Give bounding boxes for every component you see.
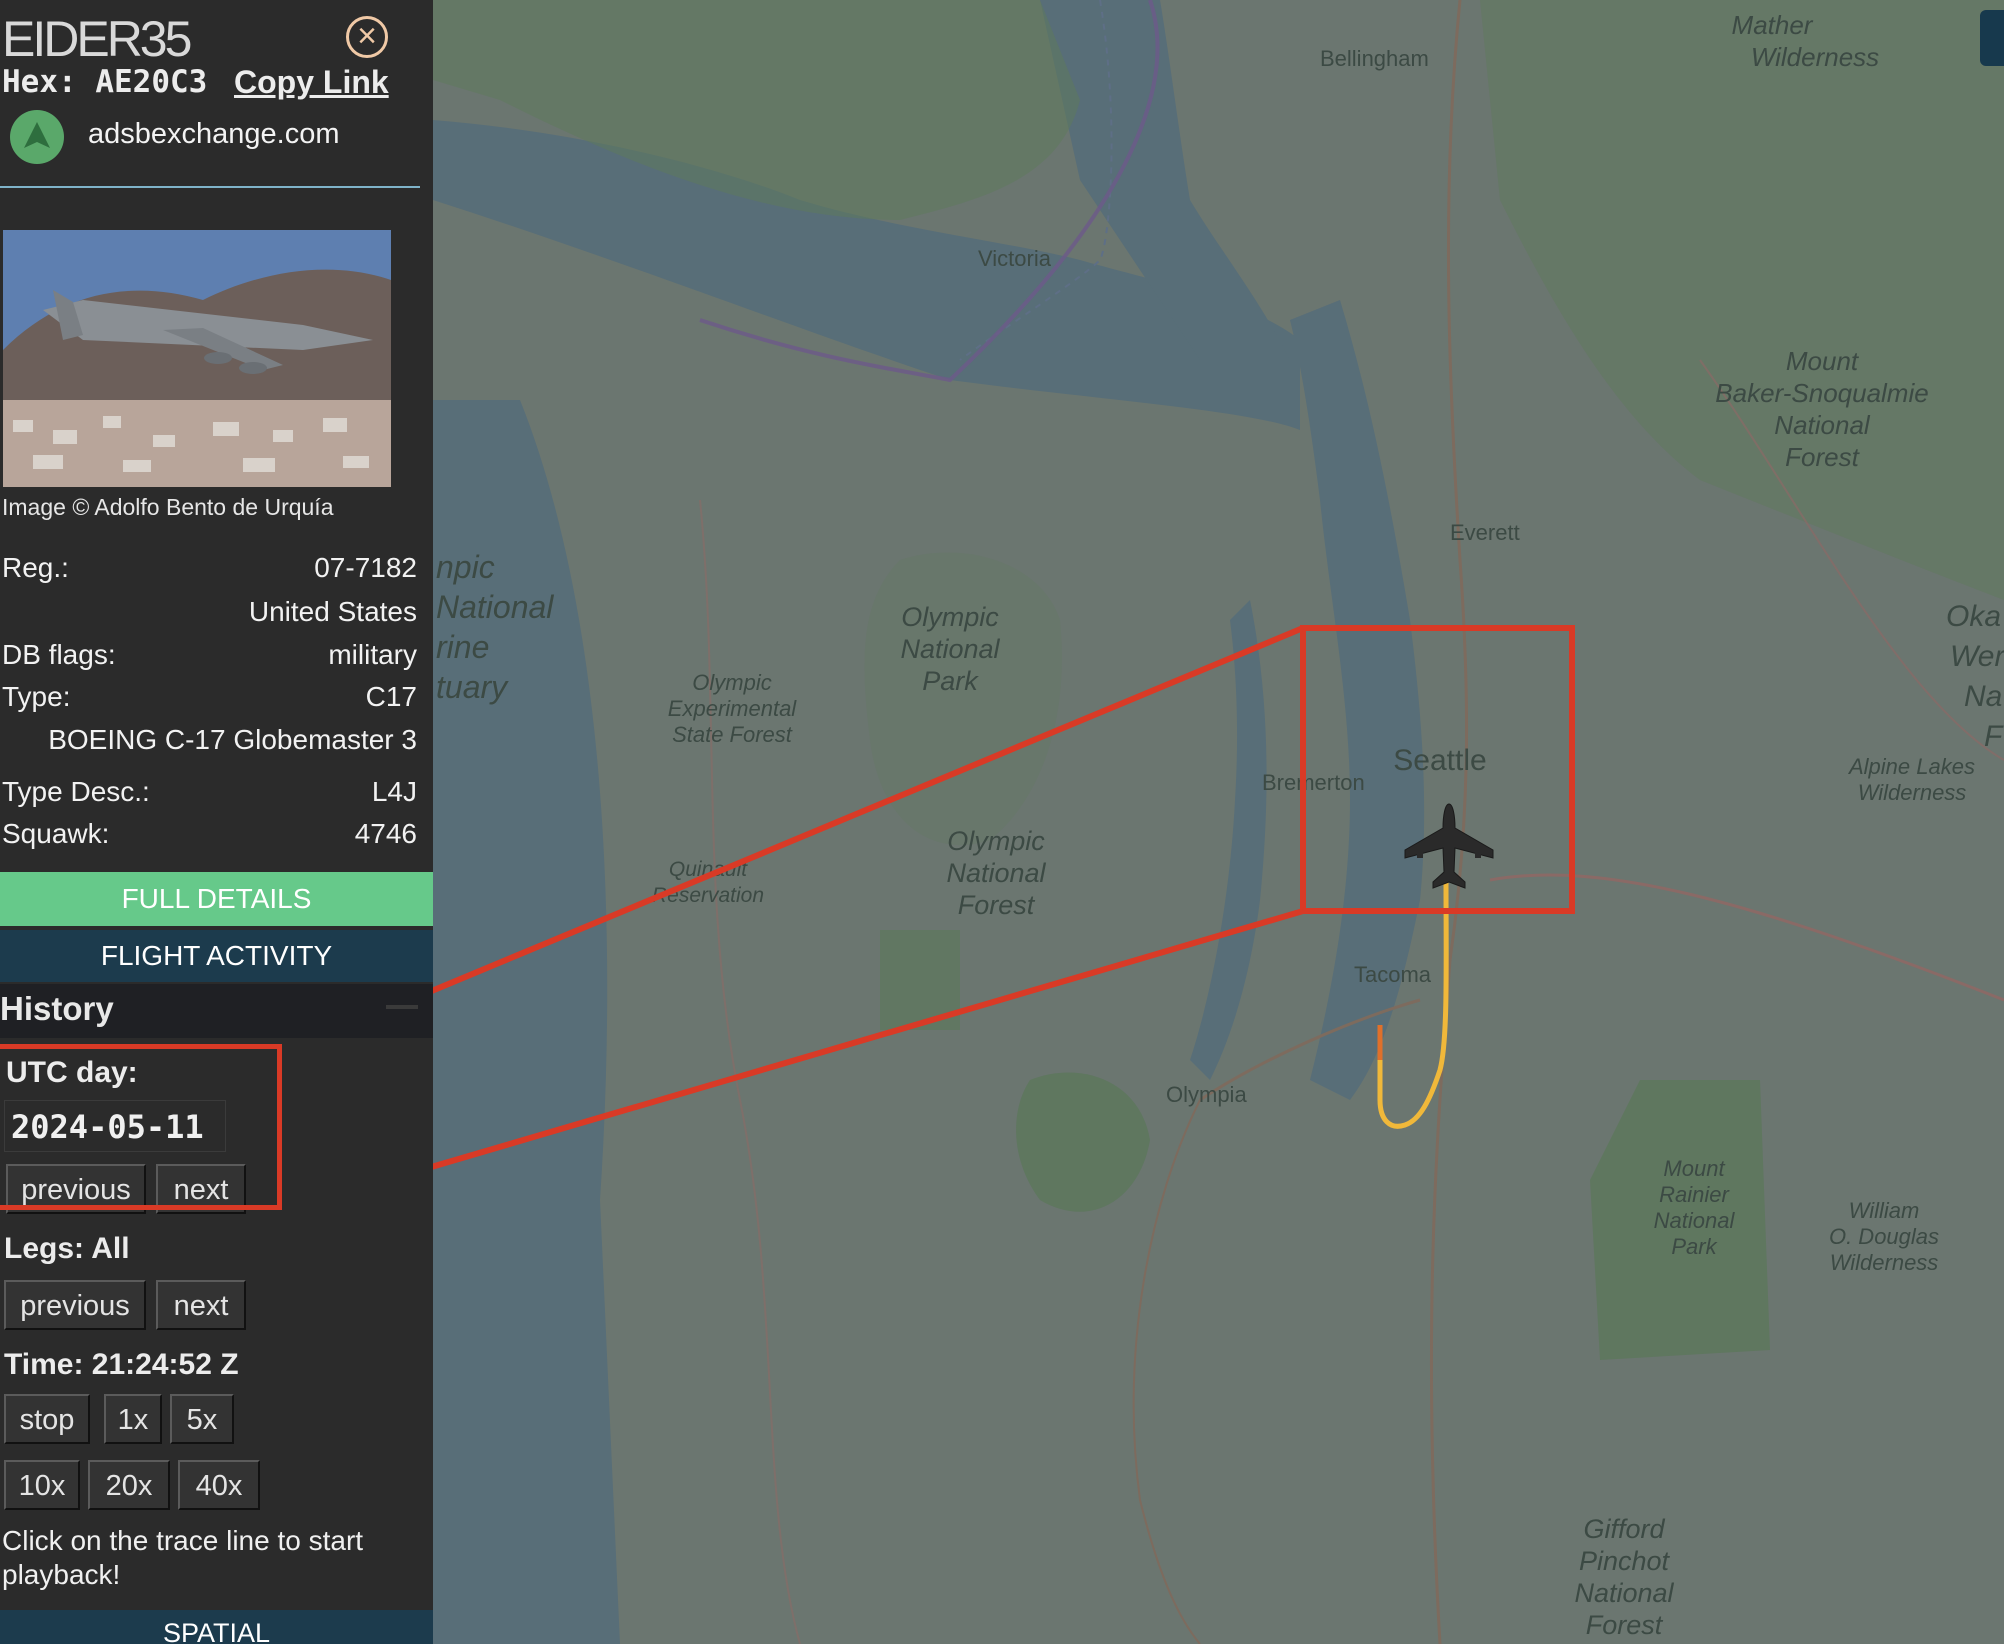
detail-value: BOEING C-17 Globemaster 3 bbox=[48, 724, 417, 755]
history-title: History bbox=[0, 990, 114, 1027]
callsign-title: EIDER35 bbox=[2, 11, 192, 67]
detail-key: DB flags: bbox=[2, 639, 116, 670]
map-label: William bbox=[1849, 1198, 1920, 1223]
map-label: Seattle bbox=[1393, 744, 1486, 777]
speed-40x-button[interactable]: 40x bbox=[178, 1460, 260, 1510]
map-label: National bbox=[1654, 1208, 1736, 1233]
map-label: National bbox=[436, 589, 554, 625]
map-label: National bbox=[1774, 410, 1871, 440]
hex-value: AE20C3 bbox=[95, 64, 208, 100]
map-label: Park bbox=[1671, 1234, 1717, 1259]
map-label: Victoria bbox=[978, 246, 1052, 271]
speed-20x-button[interactable]: 20x bbox=[88, 1460, 170, 1510]
map-label: Forest bbox=[1586, 1610, 1664, 1640]
detail-value: C17 bbox=[365, 681, 417, 712]
flight-activity-button[interactable]: FLIGHT ACTIVITY bbox=[0, 930, 433, 982]
map-label: Forest bbox=[958, 890, 1036, 920]
map-label: Bellingham bbox=[1320, 46, 1429, 71]
copy-link[interactable]: Copy Link bbox=[234, 64, 389, 101]
map-label: Olympic bbox=[901, 602, 999, 632]
map-label: Forest bbox=[1785, 442, 1860, 472]
map-label: Olympia bbox=[1166, 1082, 1247, 1107]
map-label: State Forest bbox=[672, 722, 793, 747]
map-label: Wilderness bbox=[1751, 42, 1879, 72]
playback-hint: Click on the trace line to start playbac… bbox=[2, 1525, 364, 1590]
detail-key: Type Desc.: bbox=[2, 776, 150, 807]
map-label: Wilderness bbox=[1830, 1250, 1939, 1275]
hex-line: Hex: AE20C3 bbox=[2, 64, 207, 100]
map-label: Rainier bbox=[1659, 1182, 1730, 1207]
map-label: Na bbox=[1964, 680, 2002, 713]
speed-stop-button[interactable]: stop bbox=[4, 1394, 90, 1444]
map-label: Olympic bbox=[947, 826, 1045, 856]
highlight-box bbox=[0, 1044, 282, 1210]
detail-value: L4J bbox=[371, 776, 417, 807]
close-icon[interactable]: × bbox=[346, 16, 388, 58]
divider bbox=[0, 186, 420, 188]
speed-10x-button[interactable]: 10x bbox=[4, 1460, 80, 1510]
map-label: Wilderness bbox=[1858, 780, 1967, 805]
collapse-icon[interactable] bbox=[386, 1005, 418, 1009]
map-label: Reservation bbox=[652, 884, 764, 907]
spatial-button[interactable]: SPATIAL bbox=[0, 1610, 433, 1644]
aircraft-info-panel: EIDER35 × Hex: AE20C3 Copy Link adsbexch… bbox=[0, 0, 433, 1644]
leg-previous-button[interactable]: previous bbox=[4, 1280, 146, 1330]
full-details-button[interactable]: FULL DETAILS bbox=[0, 872, 433, 926]
leg-next-button[interactable]: next bbox=[156, 1280, 246, 1330]
map-label: Bremerton bbox=[1262, 770, 1365, 795]
map-label: Tacoma bbox=[1354, 962, 1432, 987]
map-label: Experimental bbox=[668, 696, 798, 721]
adsb-logo-icon bbox=[10, 110, 64, 164]
map-label: Wer bbox=[1950, 640, 2004, 673]
map-label: Alpine Lakes bbox=[1847, 754, 1975, 779]
speed-5x-button[interactable]: 5x bbox=[170, 1394, 234, 1444]
detail-value: 4746 bbox=[354, 818, 417, 849]
map-label: Gifford bbox=[1583, 1514, 1665, 1544]
map-label: Olympic bbox=[692, 670, 771, 695]
source-link[interactable]: adsbexchange.com bbox=[88, 118, 340, 151]
map-label: Baker-Snoqualmie bbox=[1715, 378, 1928, 408]
map-label: Mount bbox=[1663, 1156, 1725, 1181]
detail-key: Type: bbox=[2, 681, 71, 712]
map-label: rine bbox=[436, 629, 489, 665]
detail-value: military bbox=[328, 639, 417, 670]
legs-label: Legs: All bbox=[4, 1232, 130, 1265]
map-control-button[interactable] bbox=[1980, 10, 2004, 66]
detail-key: Reg.: bbox=[2, 552, 69, 583]
detail-key: Squawk: bbox=[2, 818, 110, 849]
map-label: tuary bbox=[436, 669, 509, 705]
detail-value: 07-7182 bbox=[314, 552, 417, 583]
map-label: National bbox=[1574, 1578, 1674, 1608]
map-label: Mount bbox=[1786, 346, 1860, 376]
map-label: Oka bbox=[1946, 600, 2001, 633]
map-label: npic bbox=[436, 549, 495, 585]
map-label: Pinchot bbox=[1579, 1546, 1671, 1576]
speed-1x-button[interactable]: 1x bbox=[104, 1394, 162, 1444]
map-label: National bbox=[900, 634, 1000, 664]
aircraft-photo[interactable] bbox=[3, 230, 391, 487]
photo-credit: Image © Adolfo Bento de Urquía bbox=[2, 494, 334, 520]
time-label: Time: 21:24:52 Z bbox=[4, 1348, 239, 1381]
hex-label: Hex: bbox=[2, 64, 77, 100]
map-label: Park bbox=[922, 666, 979, 696]
detail-value: United States bbox=[248, 596, 417, 627]
map-label: National bbox=[946, 858, 1046, 888]
map-label: Mather bbox=[1732, 10, 1814, 40]
map-label: O. Douglas bbox=[1829, 1224, 1939, 1249]
map-label: F bbox=[1984, 720, 2004, 753]
map-label: Everett bbox=[1450, 520, 1520, 545]
